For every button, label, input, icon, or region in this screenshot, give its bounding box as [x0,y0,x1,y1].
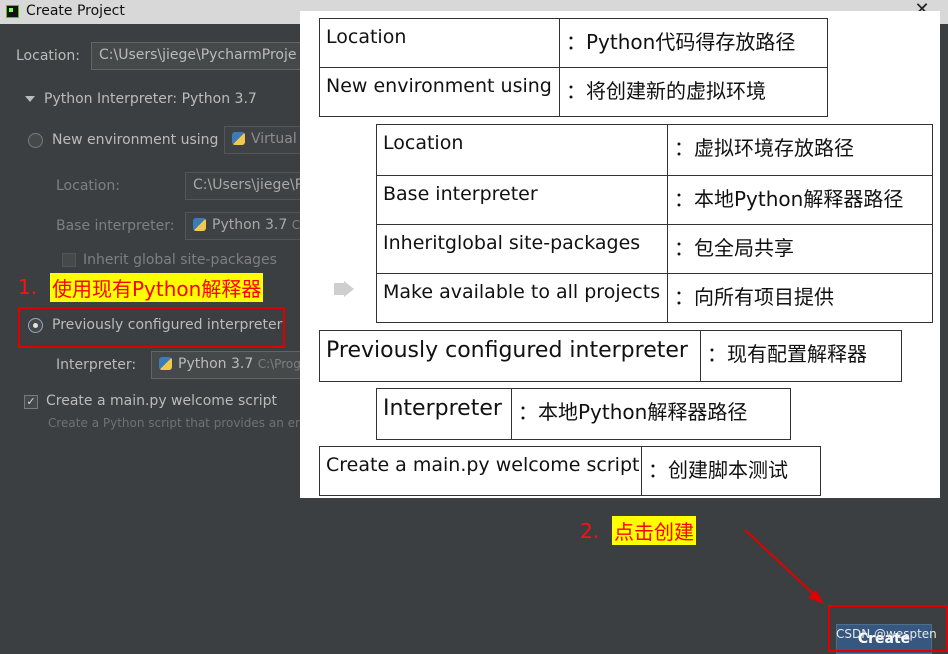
red-arrow-icon [744,529,824,604]
watermark: CSDN @wespten [836,627,937,641]
